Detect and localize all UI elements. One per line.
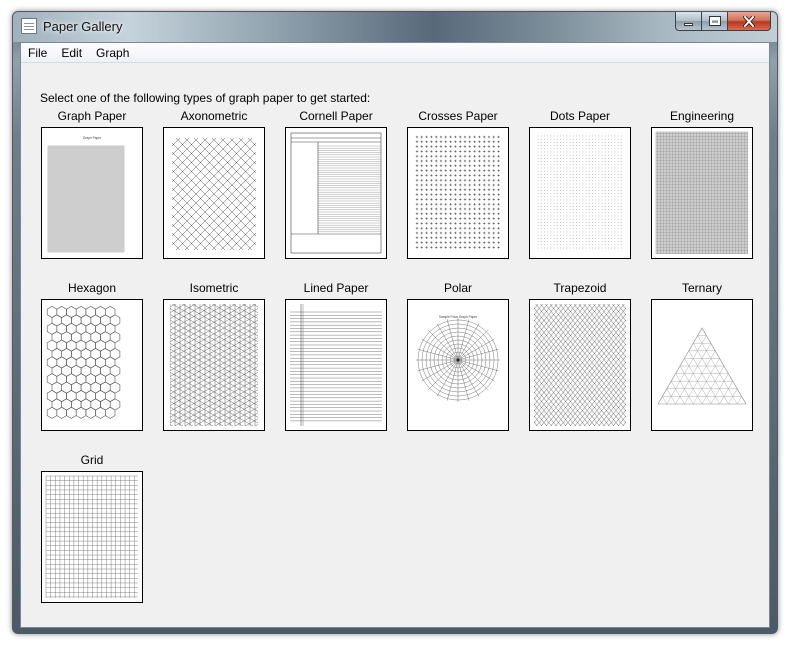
cornell-paper-thumbnail[interactable] — [285, 127, 387, 259]
ternary-thumbnail[interactable] — [651, 299, 753, 431]
paper-tile[interactable]: Isometric — [163, 281, 265, 431]
hexagon-thumbnail[interactable] — [41, 299, 143, 431]
paper-label: Engineering — [669, 109, 735, 123]
paper-label: Cornell Paper — [299, 109, 373, 123]
paper-label: Ternary — [681, 281, 722, 295]
paper-tile[interactable]: Polar Sample Polar Graph Paper — [407, 281, 509, 431]
paper-tile[interactable]: Axonometric — [163, 109, 265, 259]
app-icon[interactable] — [21, 18, 37, 34]
paper-label: Polar — [443, 281, 472, 295]
caption-buttons — [675, 12, 771, 31]
paper-tile[interactable]: Graph Paper Graph Paper — [41, 109, 143, 259]
paper-caption: Graph Paper — [83, 136, 102, 140]
graph-paper-thumbnail[interactable]: Graph Paper — [41, 127, 143, 259]
paper-tile[interactable]: Ternary — [651, 281, 753, 431]
polar-thumbnail-image: Sample Polar Graph Paper — [416, 315, 500, 402]
window-title: Paper Gallery — [43, 19, 123, 34]
isometric-thumbnail[interactable] — [163, 299, 265, 431]
paper-label: Crosses Paper — [418, 109, 498, 123]
hexagon-thumbnail-image — [46, 306, 121, 419]
paper-tile[interactable]: Dots Paper — [529, 109, 631, 259]
paper-label: Trapezoid — [553, 281, 607, 295]
paper-label: Grid — [80, 453, 104, 467]
menu-edit[interactable]: Edit — [54, 43, 89, 63]
lined-paper-thumbnail-image — [290, 304, 382, 426]
crosses-paper-thumbnail[interactable] — [407, 127, 509, 259]
app-window: Paper Gallery File Edit Graph Select one… — [12, 11, 778, 634]
paper-tile[interactable]: Trapezoid — [529, 281, 631, 431]
client-area: File Edit Graph Select one of the follow… — [20, 42, 770, 628]
lined-paper-thumbnail[interactable] — [285, 299, 387, 431]
minimize-button[interactable] — [675, 12, 702, 31]
menu-graph[interactable]: Graph — [89, 43, 136, 63]
menu-file[interactable]: File — [21, 43, 54, 63]
grid-thumbnail[interactable] — [41, 471, 143, 603]
ternary-thumbnail-image — [657, 327, 747, 405]
trapezoid-thumbnail[interactable] — [529, 299, 631, 431]
grid-thumbnail-image — [45, 475, 138, 598]
dots-paper-thumbnail-image — [537, 135, 622, 249]
menu-bar: File Edit Graph — [21, 43, 769, 63]
minimize-icon — [684, 22, 693, 26]
paper-label: Hexagon — [67, 281, 117, 295]
paper-label: Dots Paper — [549, 109, 611, 123]
title-bar[interactable]: Paper Gallery — [13, 12, 777, 42]
paper-caption: Sample Polar Graph Paper — [439, 315, 478, 319]
axonometric-thumbnail-image — [172, 138, 256, 250]
crosses-paper-thumbnail-image — [415, 135, 500, 249]
maximize-icon — [708, 16, 721, 26]
graph-paper-thumbnail-image: Graph Paper — [47, 136, 125, 253]
paper-tile[interactable]: Lined Paper — [285, 281, 387, 431]
isometric-thumbnail-image — [170, 304, 258, 426]
engineering-thumbnail-image — [655, 131, 748, 254]
paper-tile[interactable]: Hexagon — [41, 281, 143, 431]
polar-thumbnail[interactable]: Sample Polar Graph Paper — [407, 299, 509, 431]
close-button[interactable] — [728, 12, 771, 31]
engineering-thumbnail[interactable] — [651, 127, 753, 259]
paper-tile[interactable]: Engineering — [651, 109, 753, 259]
axonometric-thumbnail[interactable] — [163, 127, 265, 259]
cornell-paper-thumbnail-image — [290, 132, 382, 254]
intro-text: Select one of the following types of gra… — [40, 91, 371, 105]
paper-label: Axonometric — [180, 109, 248, 123]
paper-tile[interactable]: Cornell Paper — [285, 109, 387, 259]
paper-label: Lined Paper — [303, 281, 369, 295]
paper-tile[interactable]: Grid — [41, 453, 143, 603]
paper-label: Graph Paper — [57, 109, 127, 123]
paper-tile[interactable]: Crosses Paper — [407, 109, 509, 259]
maximize-button[interactable] — [702, 12, 728, 31]
paper-label: Isometric — [189, 281, 239, 295]
trapezoid-thumbnail-image — [534, 304, 626, 426]
close-icon — [743, 15, 755, 27]
dots-paper-thumbnail[interactable] — [529, 127, 631, 259]
